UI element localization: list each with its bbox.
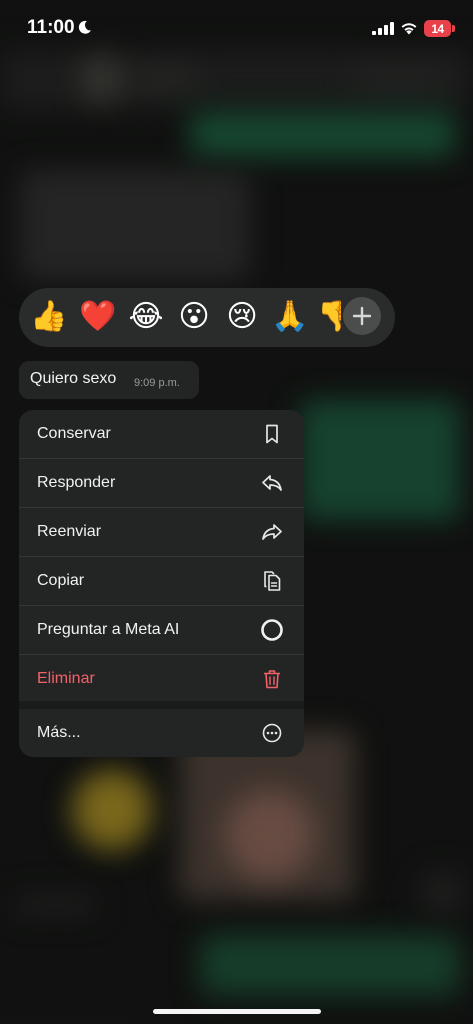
menu-item-reply[interactable]: Responder — [19, 459, 304, 507]
wifi-icon — [401, 23, 417, 35]
menu-item-ask-meta-ai[interactable]: Preguntar a Meta AI — [19, 606, 304, 654]
message-text: Quiero sexo — [30, 370, 117, 387]
status-bar: 11:00 14 — [0, 0, 473, 50]
menu-item-label: Conservar — [37, 425, 111, 442]
menu-group-gap — [19, 701, 304, 709]
forward-icon — [262, 524, 282, 540]
menu-item-label: Reenviar — [37, 523, 102, 540]
reaction-thumbs-down[interactable]: 👎 — [317, 298, 341, 336]
message-context-menu: Conservar Responder Reenviar Copiar Preg… — [19, 410, 304, 757]
copy-icon — [264, 571, 281, 591]
moon-icon — [78, 20, 91, 34]
battery-cap — [452, 25, 455, 32]
reaction-red-heart[interactable]: ❤️ — [79, 298, 117, 336]
menu-item-label: Preguntar a Meta AI — [37, 621, 180, 638]
battery-indicator: 14 — [424, 20, 451, 37]
meta-ai-icon — [261, 619, 283, 641]
menu-item-forward[interactable]: Reenviar — [19, 508, 304, 556]
reaction-tears-of-joy[interactable]: 😂 — [127, 298, 165, 336]
reaction-crying-face[interactable]: 😢 — [223, 298, 261, 336]
menu-item-keep[interactable]: Conservar — [19, 410, 304, 458]
reaction-open-mouth[interactable]: 😮 — [175, 298, 213, 336]
battery-level: 14 — [431, 21, 444, 36]
add-reaction-button[interactable] — [343, 297, 381, 335]
menu-item-more[interactable]: Más... — [19, 709, 304, 757]
menu-item-label: Más... — [37, 724, 81, 741]
cellular-signal-icon — [372, 22, 394, 35]
reaction-bar: 👍 ❤️ 😂 😮 😢 🙏 👎 — [19, 288, 395, 347]
message-timestamp: 9:09 p.m. — [134, 377, 180, 389]
home-indicator[interactable] — [153, 1009, 321, 1014]
menu-item-copy[interactable]: Copiar — [19, 557, 304, 605]
bookmark-icon — [266, 424, 278, 444]
menu-item-label: Eliminar — [37, 670, 95, 687]
menu-item-delete[interactable]: Eliminar — [19, 655, 304, 703]
reaction-folded-hands[interactable]: 🙏 — [271, 298, 309, 336]
reply-icon — [262, 475, 282, 491]
selected-message-bubble: Quiero sexo 9:09 p.m. — [19, 361, 199, 399]
menu-item-label: Copiar — [37, 572, 85, 589]
menu-item-label: Responder — [37, 474, 116, 491]
trash-icon — [264, 670, 280, 689]
more-icon — [262, 723, 282, 743]
status-time: 11:00 — [27, 17, 75, 38]
plus-icon — [352, 306, 372, 326]
reaction-thumbs-up[interactable]: 👍 — [30, 298, 68, 336]
